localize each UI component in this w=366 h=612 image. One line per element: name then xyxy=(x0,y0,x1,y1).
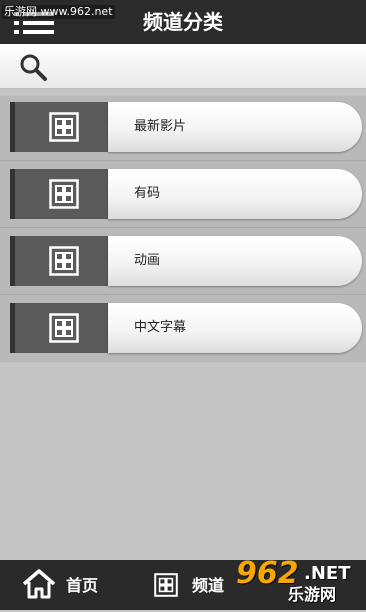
category-icon-box xyxy=(10,303,108,353)
nav-label-channel: 频道 xyxy=(192,576,225,595)
search-input[interactable] xyxy=(56,52,360,82)
home-icon xyxy=(22,569,56,599)
category-item-animation[interactable]: 动画 xyxy=(10,236,362,286)
grid-icon xyxy=(49,179,79,209)
category-item-latest[interactable]: 最新影片 xyxy=(10,102,362,152)
nav-item-channel[interactable]: 频道 xyxy=(150,560,240,610)
category-item-coded[interactable]: 有码 xyxy=(10,169,362,219)
category-item-subtitles[interactable]: 中文字幕 xyxy=(10,303,362,353)
divider xyxy=(0,294,366,295)
logo-cn-text: 乐游网 xyxy=(288,585,337,604)
grid-icon xyxy=(154,573,178,597)
category-icon-box xyxy=(10,236,108,286)
category-label: 中文字幕 xyxy=(134,320,187,335)
category-label-box: 中文字幕 xyxy=(108,303,362,353)
category-icon-box xyxy=(10,102,108,152)
divider xyxy=(0,160,366,161)
search-icon[interactable] xyxy=(18,52,48,82)
nav-label-home: 首页 xyxy=(66,576,99,595)
category-label-box: 有码 xyxy=(108,169,362,219)
grid-icon xyxy=(49,246,79,276)
grid-icon xyxy=(49,313,79,343)
search-bar xyxy=(0,44,366,89)
category-label: 有码 xyxy=(134,186,161,201)
category-label: 最新影片 xyxy=(134,119,187,134)
category-label-box: 最新影片 xyxy=(108,102,362,152)
nav-item-home[interactable]: 首页 xyxy=(20,560,130,610)
category-icon-box xyxy=(10,169,108,219)
grid-icon xyxy=(49,112,79,142)
category-label-box: 动画 xyxy=(108,236,362,286)
category-list: 最新影片 有码 动画 中文字幕 xyxy=(0,96,366,362)
site-watermark: 乐游网 www.962.net xyxy=(2,5,115,19)
site-logo: 962 .NET 乐游网 xyxy=(232,556,364,608)
header-bar: 频道分类 乐游网 www.962.net xyxy=(0,0,366,44)
divider xyxy=(0,227,366,228)
logo-suffix: .NET xyxy=(304,563,351,584)
category-label: 动画 xyxy=(134,253,161,268)
